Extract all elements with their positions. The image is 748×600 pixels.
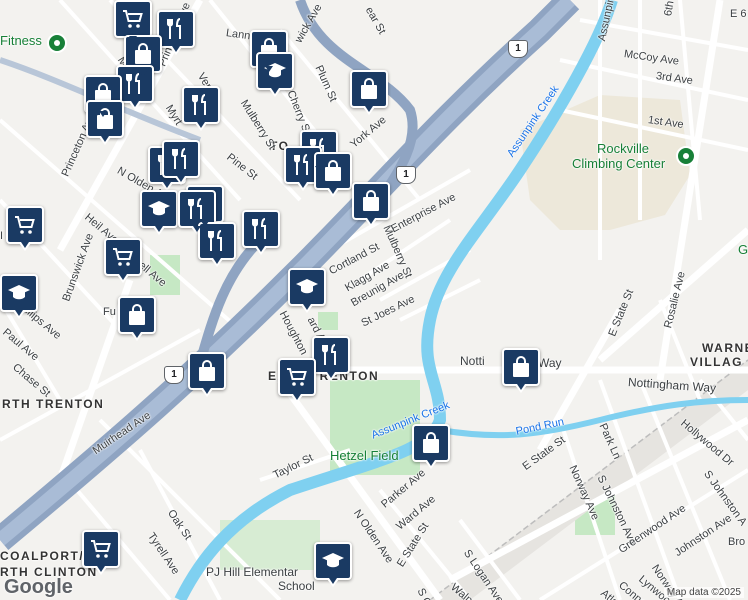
place-label-fitness[interactable]: Fitness (0, 34, 42, 47)
shopping-bag-icon (513, 356, 529, 377)
map-canvas[interactable]: EAST TRENTON RTH TRENTON COALPORT/ RTH C… (0, 0, 748, 600)
shopping-bag-icon (135, 43, 151, 64)
map-pin-shopping-bag-icon[interactable] (502, 348, 540, 393)
street-label-e6: E 6 (730, 8, 747, 20)
fork-knife-icon (192, 94, 206, 115)
map-pin-graduation-cap-icon[interactable] (288, 268, 326, 313)
map-pin-graduation-cap-icon[interactable] (256, 52, 294, 97)
place-label-school[interactable]: School (278, 580, 315, 592)
map-pin-fork-knife-icon[interactable] (198, 222, 236, 267)
map-pin-shopping-bag-icon[interactable] (412, 424, 450, 469)
place-label-rockville[interactable]: Rockville (597, 142, 649, 155)
fork-knife-icon (172, 148, 186, 169)
map-pin-graduation-cap-icon[interactable] (314, 542, 352, 587)
map-pin-fork-knife-icon[interactable] (182, 86, 220, 131)
shopping-bag-icon (129, 304, 145, 325)
map-pin-fork-knife-icon[interactable] (312, 336, 350, 381)
cart-icon (123, 10, 143, 28)
fork-knife-icon (252, 218, 266, 239)
us1-shield-icon: 1 (164, 366, 184, 384)
map-pin-graduation-cap-icon[interactable] (140, 190, 178, 235)
map-pin-cart-icon[interactable] (104, 238, 142, 283)
map-pin-fork-knife-icon[interactable] (162, 140, 200, 185)
fork-knife-icon (167, 18, 181, 39)
area-label-warne: WARNE (702, 341, 748, 355)
map-pin-shopping-bag-icon[interactable] (352, 182, 390, 227)
google-logo[interactable]: Google (4, 576, 73, 599)
map-pin-fork-knife-icon[interactable] (242, 210, 280, 255)
place-label-climbing-center[interactable]: Climbing Center (572, 157, 665, 170)
fork-knife-icon (322, 344, 336, 365)
fork-knife-icon (188, 198, 202, 219)
map-attribution[interactable]: Map data ©2025 (663, 587, 744, 598)
cart-icon (287, 368, 307, 386)
graduation-cap-icon (8, 285, 30, 300)
shopping-bag-icon (423, 432, 439, 453)
street-label-g-partial: G (738, 242, 748, 257)
map-pin-shopping-bag-icon[interactable] (350, 70, 388, 115)
cart-icon (113, 248, 133, 266)
shopping-bag-icon (361, 78, 377, 99)
place-label-hetzel-field[interactable]: Hetzel Field (330, 449, 399, 462)
shopping-bag-icon (325, 160, 341, 181)
map-pin-fork-knife-icon[interactable] (157, 10, 195, 55)
street-label-nottingham-partial: Notti (460, 354, 485, 368)
fitness-poi-icon[interactable] (47, 33, 67, 53)
graduation-cap-icon (296, 279, 318, 294)
fork-knife-icon (208, 230, 222, 251)
map-pin-cart-icon[interactable] (278, 358, 316, 403)
map-pin-shopping-bag-icon[interactable] (118, 296, 156, 341)
climbing-poi-icon[interactable] (676, 146, 696, 166)
map-pin-shopping-bag-icon[interactable] (188, 352, 226, 397)
area-label-villag: VILLAG (690, 355, 743, 369)
area-label-north-trenton: RTH TRENTON (2, 397, 105, 411)
street-label-fu: Fu (103, 306, 116, 318)
map-pin-cart-icon[interactable] (82, 530, 120, 575)
cart-icon (15, 216, 35, 234)
map-pin-cart-icon[interactable] (114, 0, 152, 45)
street-label-nottingham-way-suffix: Way (538, 356, 562, 370)
place-label-pj-hill[interactable]: PJ Hill Elementar (206, 566, 298, 578)
graduation-cap-icon (148, 201, 170, 216)
area-label-coalport: COALPORT/ (0, 549, 85, 563)
graduation-cap-icon (322, 553, 344, 568)
map-pin-shopping-bag-icon[interactable] (86, 100, 124, 145)
street-label-bro: Bro (728, 536, 746, 548)
map-pin-cart-icon[interactable] (6, 206, 44, 251)
cart-icon (91, 540, 111, 558)
street-label-i-partial: I (0, 230, 4, 242)
fork-knife-icon (294, 154, 308, 175)
us1-shield-icon: 1 (508, 40, 528, 58)
map-pin-graduation-cap-icon[interactable] (0, 274, 38, 319)
us1-shield-icon: 1 (396, 166, 416, 184)
shopping-bag-icon (363, 190, 379, 211)
shopping-bag-icon (199, 360, 215, 381)
